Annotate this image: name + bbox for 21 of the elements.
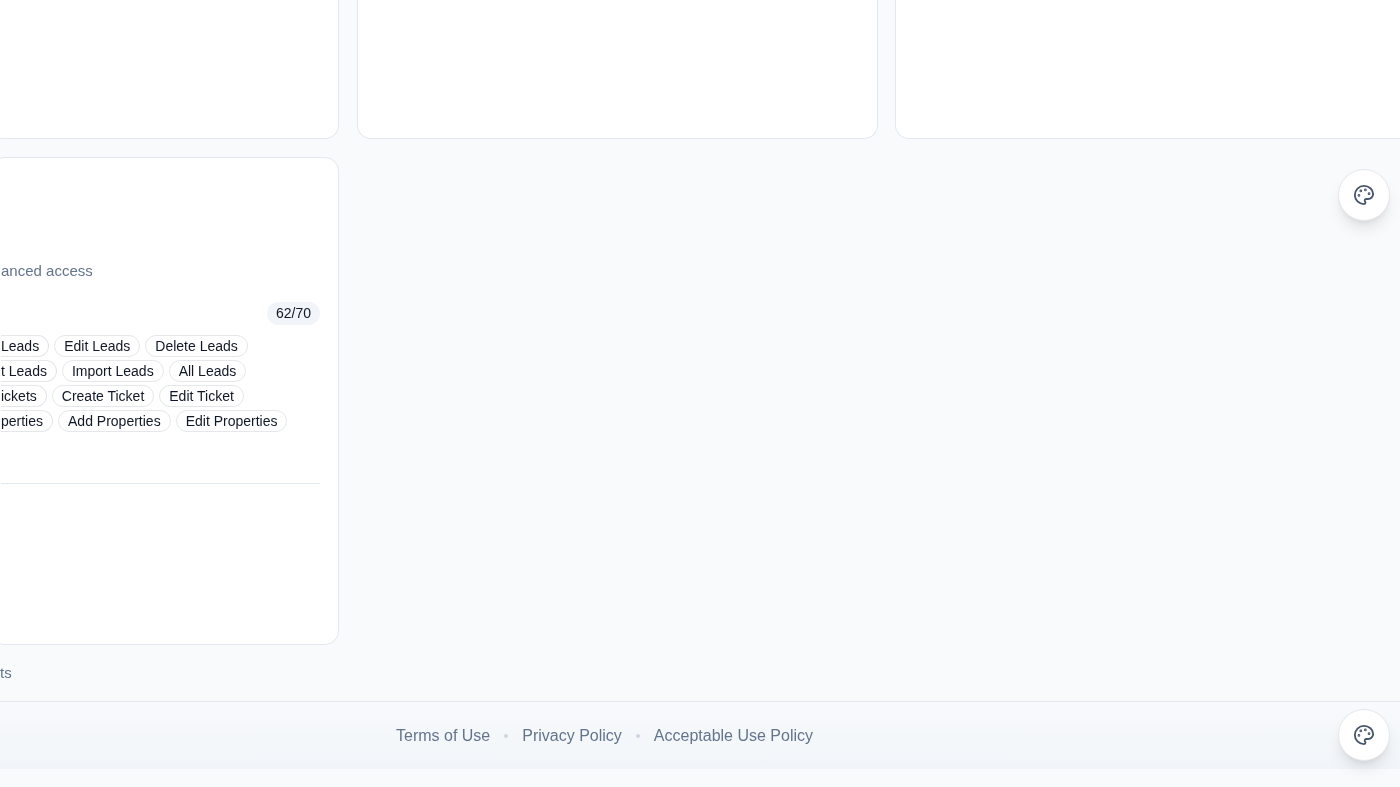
footnote-text: ts: [0, 662, 12, 683]
footer-link[interactable]: Terms of Use: [396, 723, 491, 748]
footer-link[interactable]: Acceptable Use Policy: [653, 723, 813, 748]
permission-chip: ickets: [1, 385, 47, 407]
palette-icon: [1353, 184, 1375, 206]
permission-chip: Edit Leads: [54, 335, 141, 357]
permission-count-badge: 62/70: [266, 302, 320, 325]
permission-chip: t Leads: [1, 360, 57, 382]
permission-chip: perties: [1, 410, 54, 432]
permission-chip: Create Ticket: [51, 385, 155, 407]
theme-button[interactable]: [1338, 169, 1390, 221]
permission-chip: Edit Ticket: [159, 385, 244, 407]
role-description: anced access: [1, 262, 93, 279]
permission-chip: Delete Leads: [145, 335, 248, 357]
permission-chip: Add Properties: [58, 410, 171, 432]
permission-chip: All Leads: [168, 360, 247, 382]
permission-chip: Leads: [1, 335, 50, 357]
footer-link[interactable]: Privacy Policy: [522, 723, 622, 748]
palette-icon: [1353, 724, 1375, 746]
permission-chip: Import Leads: [61, 360, 164, 382]
permission-chip: Edit Properties: [175, 410, 288, 432]
